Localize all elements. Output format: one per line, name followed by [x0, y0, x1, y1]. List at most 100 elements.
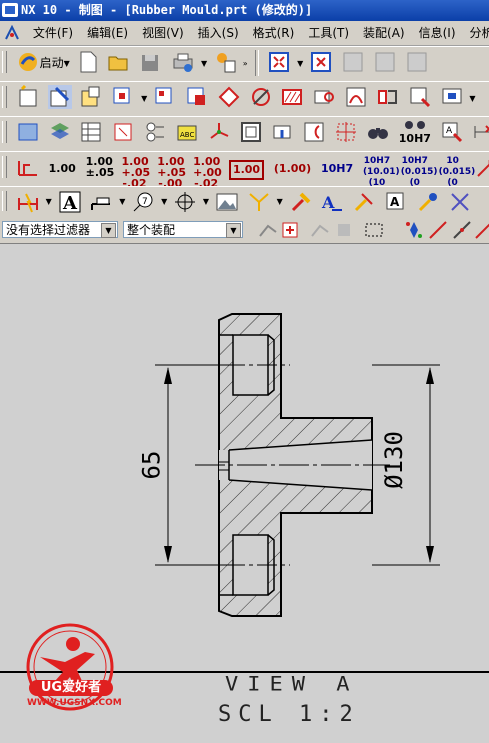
- update-view-icon[interactable]: [408, 85, 432, 109]
- feature-control-icon[interactable]: [89, 190, 113, 214]
- base-view-icon[interactable]: [111, 85, 135, 109]
- toolbar-grip[interactable]: [2, 156, 7, 178]
- drawing-layout-icon[interactable]: [16, 120, 40, 144]
- binoculars-icon[interactable]: [366, 120, 390, 144]
- chevron-down-icon[interactable]: ▼: [46, 197, 52, 206]
- new-sheet-icon[interactable]: [16, 84, 40, 109]
- menu-file[interactable]: 文件(F): [26, 21, 80, 45]
- image-icon[interactable]: [215, 190, 239, 214]
- zoom-view-icon[interactable]: [309, 50, 333, 74]
- toolbar-grip[interactable]: [2, 86, 7, 108]
- id-symbol-icon[interactable]: 7: [131, 190, 155, 214]
- section-view-icon[interactable]: [217, 85, 241, 109]
- on-curve-icon[interactable]: [472, 218, 489, 242]
- menu-edit[interactable]: 编辑(E): [80, 21, 135, 45]
- tolerance-fit-1[interactable]: 10H7 (10.01) (10: [363, 156, 400, 186]
- menu-analysis[interactable]: 分析: [463, 21, 489, 45]
- fit-view-icon[interactable]: [267, 50, 291, 74]
- fit-symbol-icon[interactable]: 10H7: [399, 119, 431, 144]
- toolbar-grip[interactable]: [2, 51, 7, 73]
- centerline-icon[interactable]: [334, 120, 358, 144]
- layers-icon[interactable]: [48, 120, 72, 144]
- symbol-icon[interactable]: A: [440, 120, 464, 144]
- table-icon[interactable]: [440, 85, 464, 109]
- chevron-down-icon[interactable]: ▼: [226, 223, 241, 238]
- menu-insert[interactable]: 插入(S): [191, 21, 246, 45]
- tolerance-fit-2[interactable]: 10H7 (0.015) (0: [401, 156, 438, 186]
- view-boundary-icon[interactable]: [312, 85, 336, 109]
- chevron-down-icon[interactable]: ▼: [297, 59, 303, 68]
- menu-tools[interactable]: 工具(T): [301, 21, 356, 45]
- edit-text-2-icon[interactable]: A: [384, 190, 408, 214]
- dimension-arrow-icon[interactable]: [472, 120, 489, 144]
- tolerance-reference[interactable]: (1.00): [274, 156, 311, 182]
- projected-view-icon[interactable]: [153, 85, 177, 109]
- chevron-down-icon[interactable]: ▼: [141, 94, 147, 103]
- broken-out-section-icon[interactable]: [376, 85, 400, 109]
- save-icon[interactable]: [139, 50, 163, 74]
- detail-view-icon[interactable]: [185, 85, 209, 109]
- break-view-icon[interactable]: [249, 85, 273, 109]
- overflow-icon[interactable]: »: [243, 59, 248, 68]
- menu-info[interactable]: 信息(I): [412, 21, 463, 45]
- tolerance-none[interactable]: 1.00: [49, 156, 76, 182]
- menu-assembly[interactable]: 装配(A): [356, 21, 412, 45]
- scope-select[interactable]: 整个装配 ▼: [123, 221, 243, 238]
- add-snap-icon[interactable]: [278, 218, 298, 242]
- start-icon[interactable]: [16, 50, 37, 74]
- chevron-down-icon[interactable]: ▼: [64, 59, 70, 68]
- view-label[interactable]: VIEW A: [225, 673, 358, 696]
- tolerance-limits-3[interactable]: 1.00 +.00 -.02: [193, 156, 222, 186]
- arc-center-icon[interactable]: [302, 120, 326, 144]
- origin-tool-icon[interactable]: [448, 190, 472, 214]
- chevron-down-icon[interactable]: ▼: [201, 59, 207, 68]
- menu-format[interactable]: 格式(R): [246, 21, 302, 45]
- balloon-icon[interactable]: [143, 120, 167, 144]
- tolerance-bilateral[interactable]: 1.00 ±.05: [86, 156, 115, 178]
- system-menu-icon[interactable]: [4, 25, 20, 41]
- toolbar-grip[interactable]: [2, 121, 7, 143]
- scale-label[interactable]: SCL 1:2: [218, 702, 360, 727]
- dimension-65-label[interactable]: 65: [137, 451, 165, 480]
- radius-dim-icon[interactable]: RØ: [475, 155, 489, 179]
- print-icon[interactable]: [171, 50, 195, 74]
- coordinate-icon[interactable]: [207, 120, 231, 144]
- snap-point-icon[interactable]: [256, 218, 277, 242]
- hatch-icon[interactable]: [280, 85, 304, 109]
- note-text-icon[interactable]: A: [58, 190, 82, 214]
- datum-icon[interactable]: [270, 120, 294, 144]
- border-icon[interactable]: [239, 120, 263, 144]
- chevron-down-icon[interactable]: ▼: [277, 197, 283, 206]
- tolerance-fit[interactable]: 10H7: [321, 156, 353, 182]
- menu-view[interactable]: 视图(V): [135, 21, 191, 45]
- edit-style-icon[interactable]: [289, 190, 313, 214]
- open-folder-icon[interactable]: [107, 50, 131, 74]
- dimension-style-icon[interactable]: [16, 155, 40, 179]
- toolbar-grip[interactable]: [2, 191, 7, 211]
- open-sheet-icon[interactable]: [79, 85, 103, 109]
- tolerance-limits-1[interactable]: 1.00 +.05 -.02: [121, 156, 150, 186]
- tolerance-limits-2[interactable]: 1.00 +.05 -.00: [157, 156, 186, 186]
- chevron-down-icon[interactable]: ▼: [119, 197, 125, 206]
- parts-list-icon[interactable]: [79, 120, 103, 144]
- view-dependent-edit-icon[interactable]: [344, 85, 368, 109]
- chevron-down-icon[interactable]: ▼: [469, 94, 475, 103]
- mid-point-icon[interactable]: [450, 218, 471, 242]
- inferred-dimension-icon[interactable]: [16, 190, 40, 214]
- chevron-down-icon[interactable]: ▼: [101, 223, 116, 238]
- edit-annotation-icon[interactable]: [352, 190, 376, 214]
- end-point-icon[interactable]: [426, 218, 447, 242]
- dimension-diameter-label[interactable]: Ø130: [380, 431, 408, 489]
- tolerance-basic[interactable]: 1.00: [228, 160, 265, 180]
- chevron-down-icon[interactable]: ▼: [203, 197, 209, 206]
- edit-text-icon[interactable]: A: [320, 190, 344, 214]
- edit-sheet-icon[interactable]: [47, 85, 72, 109]
- chevron-down-icon[interactable]: ▼: [161, 197, 167, 206]
- abc-note-icon[interactable]: ABC: [175, 120, 199, 144]
- center-mark-icon[interactable]: [173, 190, 197, 214]
- role-icon[interactable]: [213, 50, 237, 74]
- tolerance-fit-3[interactable]: 10 (0.015) (0: [439, 156, 476, 186]
- auto-balloon-icon[interactable]: [111, 120, 135, 144]
- start-button[interactable]: 启动: [40, 47, 64, 79]
- crosshatch-icon[interactable]: [247, 190, 271, 214]
